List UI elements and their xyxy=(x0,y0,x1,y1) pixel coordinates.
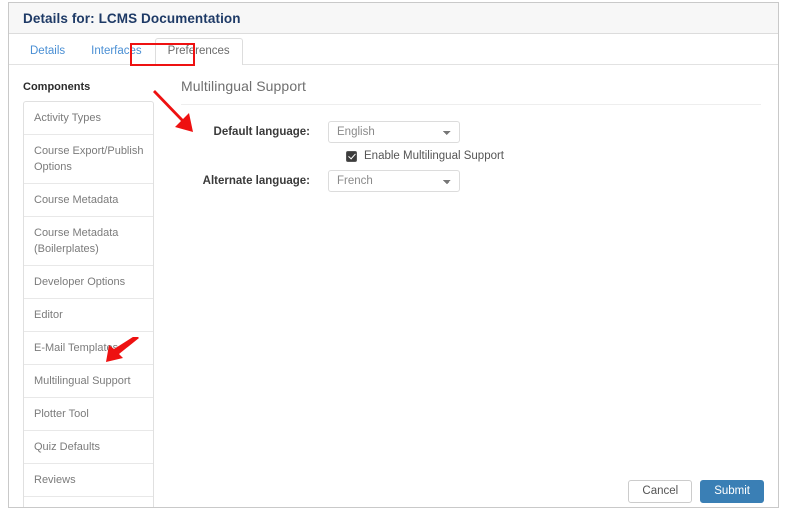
enable-multilingual-label[interactable]: Enable Multilingual Support xyxy=(364,150,504,162)
default-language-row: Default language: English xyxy=(181,121,761,143)
sidebar-item-course-metadata-boilerplates[interactable]: Course Metadata (Boilerplates) xyxy=(24,217,153,266)
details-window: Details for: LCMS Documentation Details … xyxy=(8,2,779,508)
components-heading: Components xyxy=(23,81,91,93)
content-area: Components Activity Types Course Export/… xyxy=(9,65,778,507)
default-language-field: English xyxy=(328,121,460,143)
default-language-label: Default language: xyxy=(213,126,310,138)
enable-multilingual-checkbox[interactable] xyxy=(346,150,357,162)
default-language-select[interactable]: English xyxy=(328,121,460,143)
preferences-panel: Multilingual Support Default language: E… xyxy=(159,65,778,507)
alternate-language-row: Alternate language: French xyxy=(181,170,761,192)
sidebar-item-course-export-publish-options[interactable]: Course Export/Publish Options xyxy=(24,135,153,184)
sidebar-item-quiz-defaults[interactable]: Quiz Defaults xyxy=(24,431,153,464)
tab-interfaces[interactable]: Interfaces xyxy=(78,38,155,65)
panel-heading: Multilingual Support xyxy=(181,78,761,105)
tab-bar: Details Interfaces Preferences xyxy=(9,34,778,66)
alternate-language-select[interactable]: French xyxy=(328,170,460,192)
alternate-language-field: French xyxy=(328,170,460,192)
alternate-language-label: Alternate language: xyxy=(202,175,310,187)
sidebar-item-developer-options[interactable]: Developer Options xyxy=(24,266,153,299)
component-list: Activity Types Course Export/Publish Opt… xyxy=(23,101,154,507)
sidebar-item-email-templates[interactable]: E-Mail Templates xyxy=(24,332,153,365)
multilingual-form: Default language: English Enable Multili… xyxy=(181,105,761,192)
page-title: Details for: LCMS Documentation xyxy=(23,10,241,26)
sidebar-item-multilingual-support[interactable]: Multilingual Support xyxy=(24,365,153,398)
tab-preferences[interactable]: Preferences xyxy=(154,38,243,65)
components-sidebar: Components Activity Types Course Export/… xyxy=(9,65,159,507)
window-title-bar: Details for: LCMS Documentation xyxy=(9,3,778,34)
sidebar-item-activity-types[interactable]: Activity Types xyxy=(24,102,153,135)
sidebar-item-editor[interactable]: Editor xyxy=(24,299,153,332)
tab-details[interactable]: Details xyxy=(17,38,78,65)
sidebar-item-course-metadata[interactable]: Course Metadata xyxy=(24,184,153,217)
cancel-button[interactable]: Cancel xyxy=(628,480,693,503)
enable-multilingual-row: Enable Multilingual Support xyxy=(346,150,761,162)
footer-actions: Cancel Submit xyxy=(9,476,778,507)
sidebar-item-plotter-tool[interactable]: Plotter Tool xyxy=(24,398,153,431)
submit-button[interactable]: Submit xyxy=(700,480,764,503)
